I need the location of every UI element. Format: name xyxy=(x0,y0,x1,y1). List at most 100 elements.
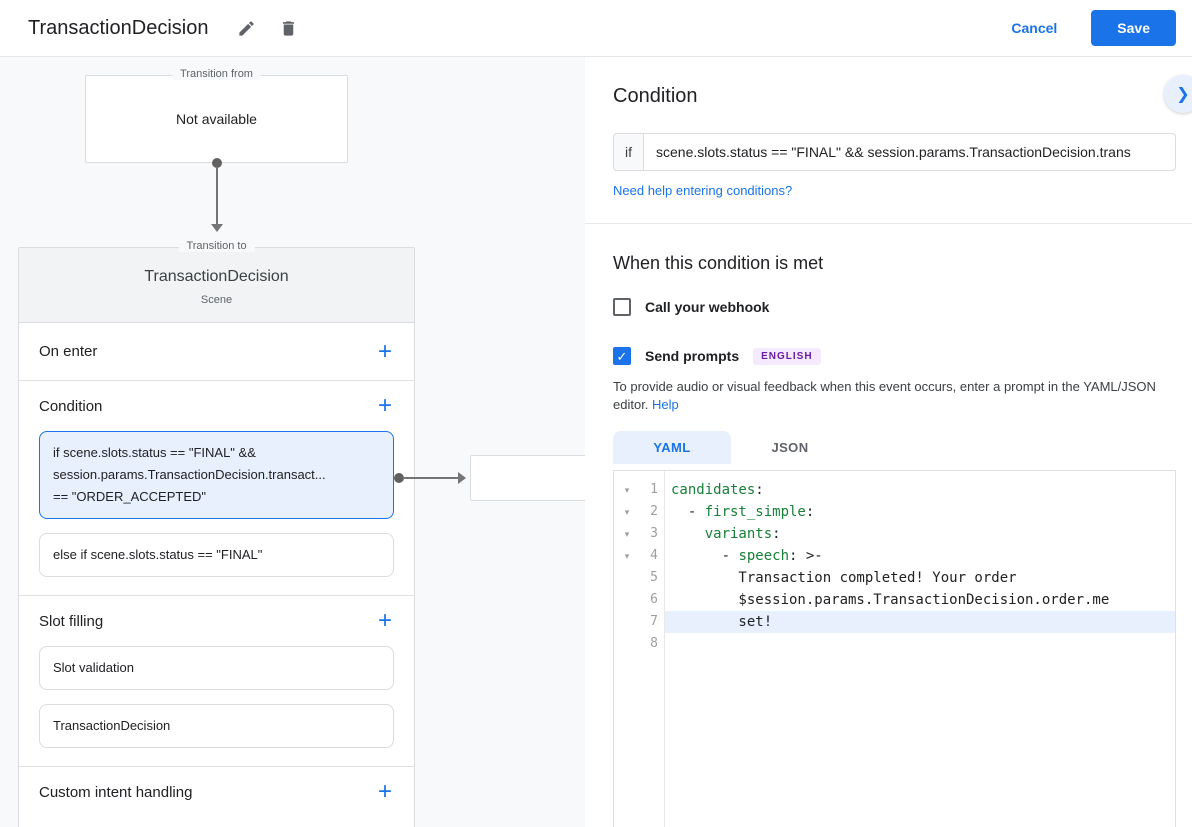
transition-from-label: Transition from xyxy=(172,68,261,80)
line-number: 5 xyxy=(640,567,658,589)
line-number: 8 xyxy=(640,633,658,655)
code-text: - first_simple: xyxy=(664,501,1175,523)
on-enter-label: On enter xyxy=(39,343,97,360)
section-on-enter: On enter + xyxy=(19,323,414,381)
language-badge: ENGLISH xyxy=(753,348,820,365)
editor-line[interactable]: 8 xyxy=(614,633,1175,655)
custom-intent-label: Custom intent handling xyxy=(39,784,192,801)
condition-item-selected[interactable]: if scene.slots.status == "FINAL" && sess… xyxy=(39,431,394,519)
send-prompts-label: Send prompts xyxy=(645,348,739,364)
editor-line[interactable]: ▾1 candidates: xyxy=(614,479,1175,501)
main-area: Transition from Not available Transition… xyxy=(0,57,1192,827)
condition-section-label: Condition xyxy=(39,398,102,415)
cancel-button[interactable]: Cancel xyxy=(1005,19,1063,37)
line-number: 4 xyxy=(640,545,658,567)
delete-icon[interactable] xyxy=(274,14,302,42)
slot-list: Slot validation TransactionDecision xyxy=(19,646,414,766)
fold-arrow-icon[interactable]: ▾ xyxy=(614,545,640,567)
pencil-icon xyxy=(237,19,256,38)
editor-line[interactable]: 5 Transaction completed! Your order xyxy=(614,567,1175,589)
condition-expression-row: if xyxy=(613,133,1176,171)
section-condition: Condition + if scene.slots.status == "FI… xyxy=(19,381,414,596)
scene-canvas: Transition from Not available Transition… xyxy=(0,57,585,827)
call-webhook-checkbox[interactable] xyxy=(613,298,631,316)
condition-panel: Condition ❯ if Need help entering condit… xyxy=(585,57,1192,827)
line-number: 3 xyxy=(640,523,658,545)
code-text: candidates: xyxy=(664,479,1175,501)
edit-icon[interactable] xyxy=(232,14,260,42)
fold-gutter xyxy=(614,611,640,633)
add-on-enter-icon[interactable]: + xyxy=(378,342,392,362)
when-condition-met-heading: When this condition is met xyxy=(613,253,823,274)
condition-connector-icon xyxy=(394,473,472,485)
header-actions: Cancel Save xyxy=(1005,10,1176,46)
editor-line[interactable]: ▾2 - first_simple: xyxy=(614,501,1175,523)
add-condition-icon[interactable]: + xyxy=(378,396,392,416)
panel-title: Condition xyxy=(613,85,698,108)
transition-target-box xyxy=(470,455,585,501)
transition-arrow-icon xyxy=(211,158,223,236)
code-text: variants: xyxy=(664,523,1175,545)
code-text: - speech: >- xyxy=(664,545,1175,567)
prompt-description: To provide audio or visual feedback when… xyxy=(613,378,1175,413)
yaml-editor[interactable]: ▾1candidates:▾2 - first_simple:▾3 varian… xyxy=(613,470,1176,827)
tab-json[interactable]: JSON xyxy=(731,431,849,464)
send-prompts-checkbox[interactable]: ✓ xyxy=(613,347,631,365)
fold-gutter xyxy=(614,633,640,655)
fold-gutter xyxy=(614,589,640,611)
condition-item[interactable]: else if scene.slots.status == "FINAL" xyxy=(39,533,394,577)
code-text: set! xyxy=(664,611,1175,633)
editor-line[interactable]: 7 set! xyxy=(614,611,1175,633)
fold-arrow-icon[interactable]: ▾ xyxy=(614,501,640,523)
line-number: 6 xyxy=(640,589,658,611)
fold-gutter xyxy=(614,567,640,589)
page-title: TransactionDecision xyxy=(28,17,208,40)
editor-line[interactable]: ▾3 variants: xyxy=(614,523,1175,545)
call-webhook-label: Call your webhook xyxy=(645,299,769,315)
collapse-panel-button[interactable]: ❯ xyxy=(1164,75,1192,113)
app-root: TransactionDecision Cancel Save Transiti… xyxy=(0,0,1192,827)
condition-help-link[interactable]: Need help entering conditions? xyxy=(613,183,792,198)
editor-tabs: YAMLJSON xyxy=(613,431,849,464)
condition-expression-input[interactable] xyxy=(643,133,1176,171)
slot-item[interactable]: Slot validation xyxy=(39,646,394,690)
slot-item[interactable]: TransactionDecision xyxy=(39,704,394,748)
help-link[interactable]: Help xyxy=(652,397,679,412)
editor-line[interactable]: ▾4 - speech: >- xyxy=(614,545,1175,567)
condition-list: if scene.slots.status == "FINAL" && sess… xyxy=(19,431,414,595)
header: TransactionDecision Cancel Save xyxy=(0,0,1192,57)
slot-filling-label: Slot filling xyxy=(39,613,103,630)
scene-type: Scene xyxy=(19,294,414,306)
section-custom-intent: Custom intent handling + xyxy=(19,767,414,827)
line-number: 2 xyxy=(640,501,658,523)
gutter-separator xyxy=(664,471,665,827)
send-prompts-row: ✓ Send prompts ENGLISH xyxy=(613,347,821,365)
code-text: $session.params.TransactionDecision.orde… xyxy=(664,589,1175,611)
scene-card-header[interactable]: TransactionDecision Scene xyxy=(19,248,414,323)
code-text xyxy=(664,633,1175,655)
fold-arrow-icon[interactable]: ▾ xyxy=(614,479,640,501)
editor-lines: ▾1candidates:▾2 - first_simple:▾3 varian… xyxy=(614,471,1175,655)
panel-divider xyxy=(585,223,1192,224)
fold-arrow-icon[interactable]: ▾ xyxy=(614,523,640,545)
line-number: 1 xyxy=(640,479,658,501)
trash-icon xyxy=(279,19,298,38)
scene-card: Transition to TransactionDecision Scene … xyxy=(18,247,415,827)
webhook-row: Call your webhook xyxy=(613,298,769,316)
add-custom-intent-icon[interactable]: + xyxy=(378,782,392,802)
transition-from-content: Not available xyxy=(176,111,257,127)
transition-from-box: Transition from Not available xyxy=(85,75,348,163)
check-icon: ✓ xyxy=(617,350,628,363)
line-number: 7 xyxy=(640,611,658,633)
scene-name: TransactionDecision xyxy=(19,268,414,286)
transition-to-label: Transition to xyxy=(178,240,254,252)
prompt-description-text: To provide audio or visual feedback when… xyxy=(613,379,1156,412)
title-group: TransactionDecision xyxy=(28,14,316,42)
if-label: if xyxy=(613,133,643,171)
editor-line[interactable]: 6 $session.params.TransactionDecision.or… xyxy=(614,589,1175,611)
add-slot-icon[interactable]: + xyxy=(378,611,392,631)
code-text: Transaction completed! Your order xyxy=(664,567,1175,589)
section-slot-filling: Slot filling + Slot validation Transactio… xyxy=(19,596,414,767)
tab-yaml[interactable]: YAML xyxy=(613,431,731,464)
save-button[interactable]: Save xyxy=(1091,10,1176,46)
